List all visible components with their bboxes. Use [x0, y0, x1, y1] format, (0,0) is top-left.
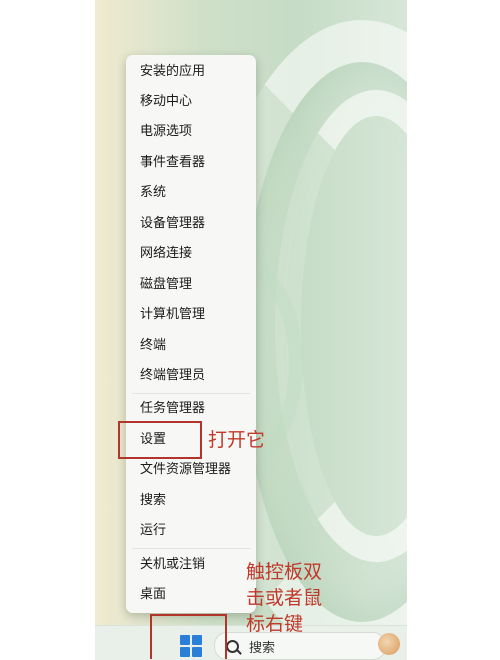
menu-item-shutdown-signout[interactable]: 关机或注销 › [126, 552, 270, 578]
menu-item-label: 搜索 [140, 493, 167, 508]
search-icon [226, 640, 239, 653]
annotation-right-click-hint: 触控板双 击或者鼠 标右键 [246, 559, 322, 637]
widget-avatar-icon[interactable] [378, 633, 400, 655]
menu-item-label: 磁盘管理 [140, 277, 193, 292]
menu-item-network-connections[interactable]: 网络连接 [126, 241, 256, 267]
menu-item-disk-management[interactable]: 磁盘管理 [126, 272, 256, 298]
menu-item-task-manager[interactable]: 任务管理器 [126, 396, 256, 422]
menu-item-label: 事件查看器 [140, 155, 206, 170]
menu-item-label: 电源选项 [140, 124, 193, 139]
start-context-menu: 安装的应用 移动中心 电源选项 事件查看器 系统 设备管理器 网络连接 磁盘管理… [126, 55, 270, 613]
menu-item-device-manager[interactable]: 设备管理器 [126, 211, 256, 237]
menu-item-label: 任务管理器 [140, 401, 206, 416]
menu-item-label: 系统 [140, 185, 167, 200]
menu-item-computer-management[interactable]: 计算机管理 [126, 302, 256, 328]
menu-item-label: 桌面 [140, 587, 167, 602]
menu-item-search[interactable]: 搜索 [126, 488, 256, 514]
menu-item-installed-apps[interactable]: 安装的应用 [126, 59, 256, 85]
menu-item-label: 设备管理器 [140, 216, 206, 231]
annotation-open-it: 打开它 [208, 429, 266, 451]
menu-separator [132, 548, 250, 549]
menu-item-label: 网络连接 [140, 246, 193, 261]
start-button-highlight-box [150, 614, 227, 659]
menu-separator [132, 393, 250, 394]
menu-item-system[interactable]: 系统 [126, 180, 256, 206]
menu-item-label: 文件资源管理器 [140, 462, 232, 477]
menu-item-label: 终端管理员 [140, 368, 206, 383]
menu-item-desktop[interactable]: 桌面 [126, 582, 256, 608]
menu-item-run[interactable]: 运行 [126, 518, 256, 544]
menu-item-mobility-center[interactable]: 移动中心 [126, 89, 256, 115]
menu-item-terminal[interactable]: 终端 [126, 333, 256, 359]
menu-item-file-explorer[interactable]: 文件资源管理器 [126, 457, 256, 483]
menu-item-label: 运行 [140, 523, 167, 538]
menu-item-label: 终端 [140, 338, 167, 353]
annotation-line: 触控板双 [246, 561, 323, 583]
menu-item-terminal-admin[interactable]: 终端管理员 [126, 363, 256, 389]
menu-item-label: 关机或注销 [140, 557, 206, 572]
menu-item-label: 计算机管理 [140, 307, 206, 322]
menu-item-power-options[interactable]: 电源选项 [126, 119, 256, 145]
settings-highlight-box [118, 421, 202, 459]
menu-item-event-viewer[interactable]: 事件查看器 [126, 150, 256, 176]
menu-item-label: 安装的应用 [140, 64, 206, 79]
annotation-line: 标右键 [246, 613, 304, 635]
search-placeholder: 搜索 [249, 641, 276, 656]
menu-item-label: 移动中心 [140, 94, 193, 109]
annotation-line: 击或者鼠 [246, 587, 323, 609]
